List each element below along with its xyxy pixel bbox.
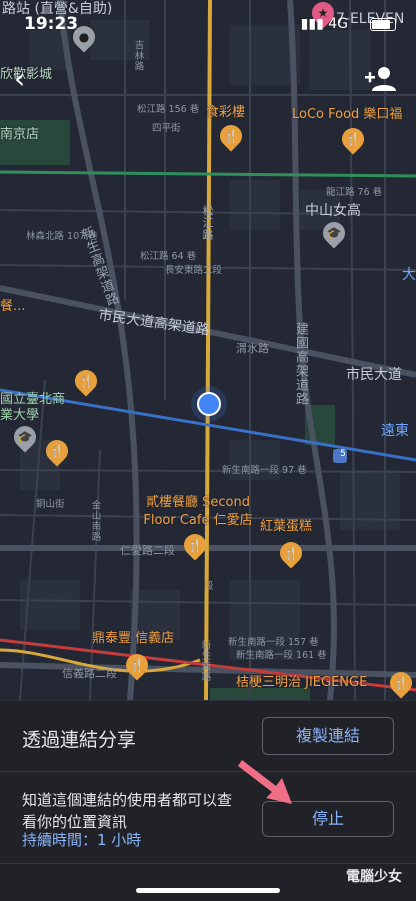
map-label: 吉林路 [132,40,144,72]
map-label: 銅山街 [36,499,65,510]
restaurant-pin-icon[interactable]: 🍴 [275,537,307,569]
map-label: 仁愛路二段 [120,544,175,557]
pointer-arrow-icon [238,760,292,804]
map-label: 四平街 [152,123,181,134]
status-time: 19:23 [24,14,79,34]
map-view[interactable]: 路站 (直營&自助) 7-ELEVEN 欣歡影城 南京店 吉林路 松江路 156… [0,0,416,700]
network-label: 4G [328,16,348,32]
restaurant-pin-icon[interactable]: 🍴 [121,649,153,681]
current-location-dot [197,392,221,416]
map-label: 新生南路一段 157 巷 [228,637,319,648]
map-label: 渭水路 [236,342,269,355]
map-label: 南京店 [0,127,40,142]
map-label: 市民大道 [346,367,402,383]
map-label: 新生南路一段 161 巷 [236,650,327,661]
map-label: 松江路 156 巷 [137,104,200,115]
restaurant-pin-icon[interactable]: 🍴 [179,529,211,561]
map-label: 鼎泰豐 信義店 [92,631,175,646]
restaurant-pin-icon[interactable]: 🍴 [41,435,73,467]
map-label: 桔梗三明治 JIEGENGE [236,675,368,690]
map-label: 松江路 [201,205,214,241]
map-label: 中山女高 [305,203,361,219]
map-label: LoCo Food 樂口福 [292,107,403,122]
share-link-row: 透過連結分享 複製連結 [0,701,416,772]
add-person-icon [365,67,396,91]
map-label: 食彩樓 [206,105,246,120]
network-indicator: ▮▮▮ 4G [300,16,348,32]
map-label: 信義路二段 [62,667,117,680]
share-description: 知道這個連結的使用者都可以查看你的位置資訊 [22,791,233,831]
add-person-button[interactable] [364,64,398,94]
map-label: 長安東路二段 [165,265,223,276]
map-label: 松江路 64 巷 [140,251,197,262]
stop-sharing-button[interactable]: 停止 [262,801,394,837]
restaurant-pin-icon[interactable]: 🍴 [385,667,416,699]
map-label: 龍江路 76 巷 [326,187,383,198]
map-label: 遠東 [381,423,409,439]
restaurant-pin-icon[interactable]: 🍴 [70,365,102,397]
map-label: 大 [402,267,416,283]
map-label: 紅葉蛋糕 [260,519,313,534]
map-label: 段 [204,581,214,592]
home-indicator[interactable] [136,888,280,893]
watermark-logo: 電腦少女 [346,869,402,885]
back-button[interactable]: ‹ [14,65,40,93]
share-title: 透過連結分享 [22,729,137,751]
divider [0,863,416,864]
status-bar: 19:23 ▮▮▮ 4G [0,0,416,34]
restaurant-pin-icon[interactable]: 🍴 [215,120,247,152]
map-label: 貳樓餐廳 Second Floor Cafe 仁愛店 [143,495,253,528]
map-label: 國立臺北商業大學 [0,392,66,423]
route-shield-label: 5 [340,449,346,459]
map-label: 餐... [0,299,26,314]
battery-icon [370,18,396,31]
map-label: 建國高架道路 [293,322,308,406]
restaurant-pin-icon[interactable]: 🍴 [337,123,369,155]
map-label: 新生南路一段 97 巷 [222,465,307,476]
map-label: 新生南路 [199,640,211,682]
map-label: 金山南路 [89,500,101,542]
school-pin-icon[interactable]: 🎓 [318,217,350,249]
share-duration: 持續時間：1 小時 [22,831,142,849]
school-pin-icon[interactable]: 🎓 [9,421,41,453]
copy-link-button[interactable]: 複製連結 [262,717,394,755]
